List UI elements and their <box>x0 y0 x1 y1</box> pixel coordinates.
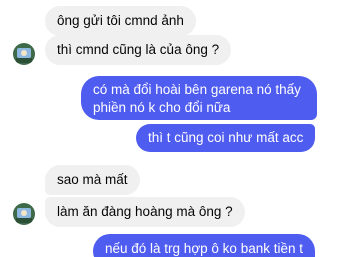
incoming-message[interactable]: làm ăn đàng hoàng mà ông ? <box>45 197 245 227</box>
message-text: nếu đó là trg hợp ô ko bank tiền t <box>105 241 303 256</box>
message-text: thì t cũng coi như mất acc <box>148 130 304 145</box>
message-text-line: phiền nó k cho đổi nữa <box>93 100 231 115</box>
incoming-message[interactable]: sao mà mất <box>45 165 140 195</box>
incoming-message[interactable]: thì cmnd cũng là của ông ? <box>45 35 232 65</box>
message-text: làm ăn đàng hoàng mà ông ? <box>57 204 233 219</box>
contact-avatar-icon[interactable] <box>13 203 35 225</box>
chat-thread: ông gửi tôi cmnd ảnh thì cmnd cũng là củ… <box>0 0 338 257</box>
message-text: thì cmnd cũng là của ông ? <box>57 42 220 57</box>
outgoing-message[interactable]: nếu đó là trg hợp ô ko bank tiền t <box>93 234 315 257</box>
outgoing-message[interactable]: có mà đổi hoài bên garena nó thấy phiền … <box>81 76 317 120</box>
contact-avatar-icon[interactable] <box>13 43 35 65</box>
outgoing-message[interactable]: thì t cũng coi như mất acc <box>136 124 316 152</box>
message-text: sao mà mất <box>57 172 128 187</box>
message-text-line: có mà đổi hoài bên garena nó thấy <box>93 82 301 97</box>
message-text: ông gửi tôi cmnd ảnh <box>57 13 184 28</box>
incoming-message[interactable]: ông gửi tôi cmnd ảnh <box>45 6 196 36</box>
